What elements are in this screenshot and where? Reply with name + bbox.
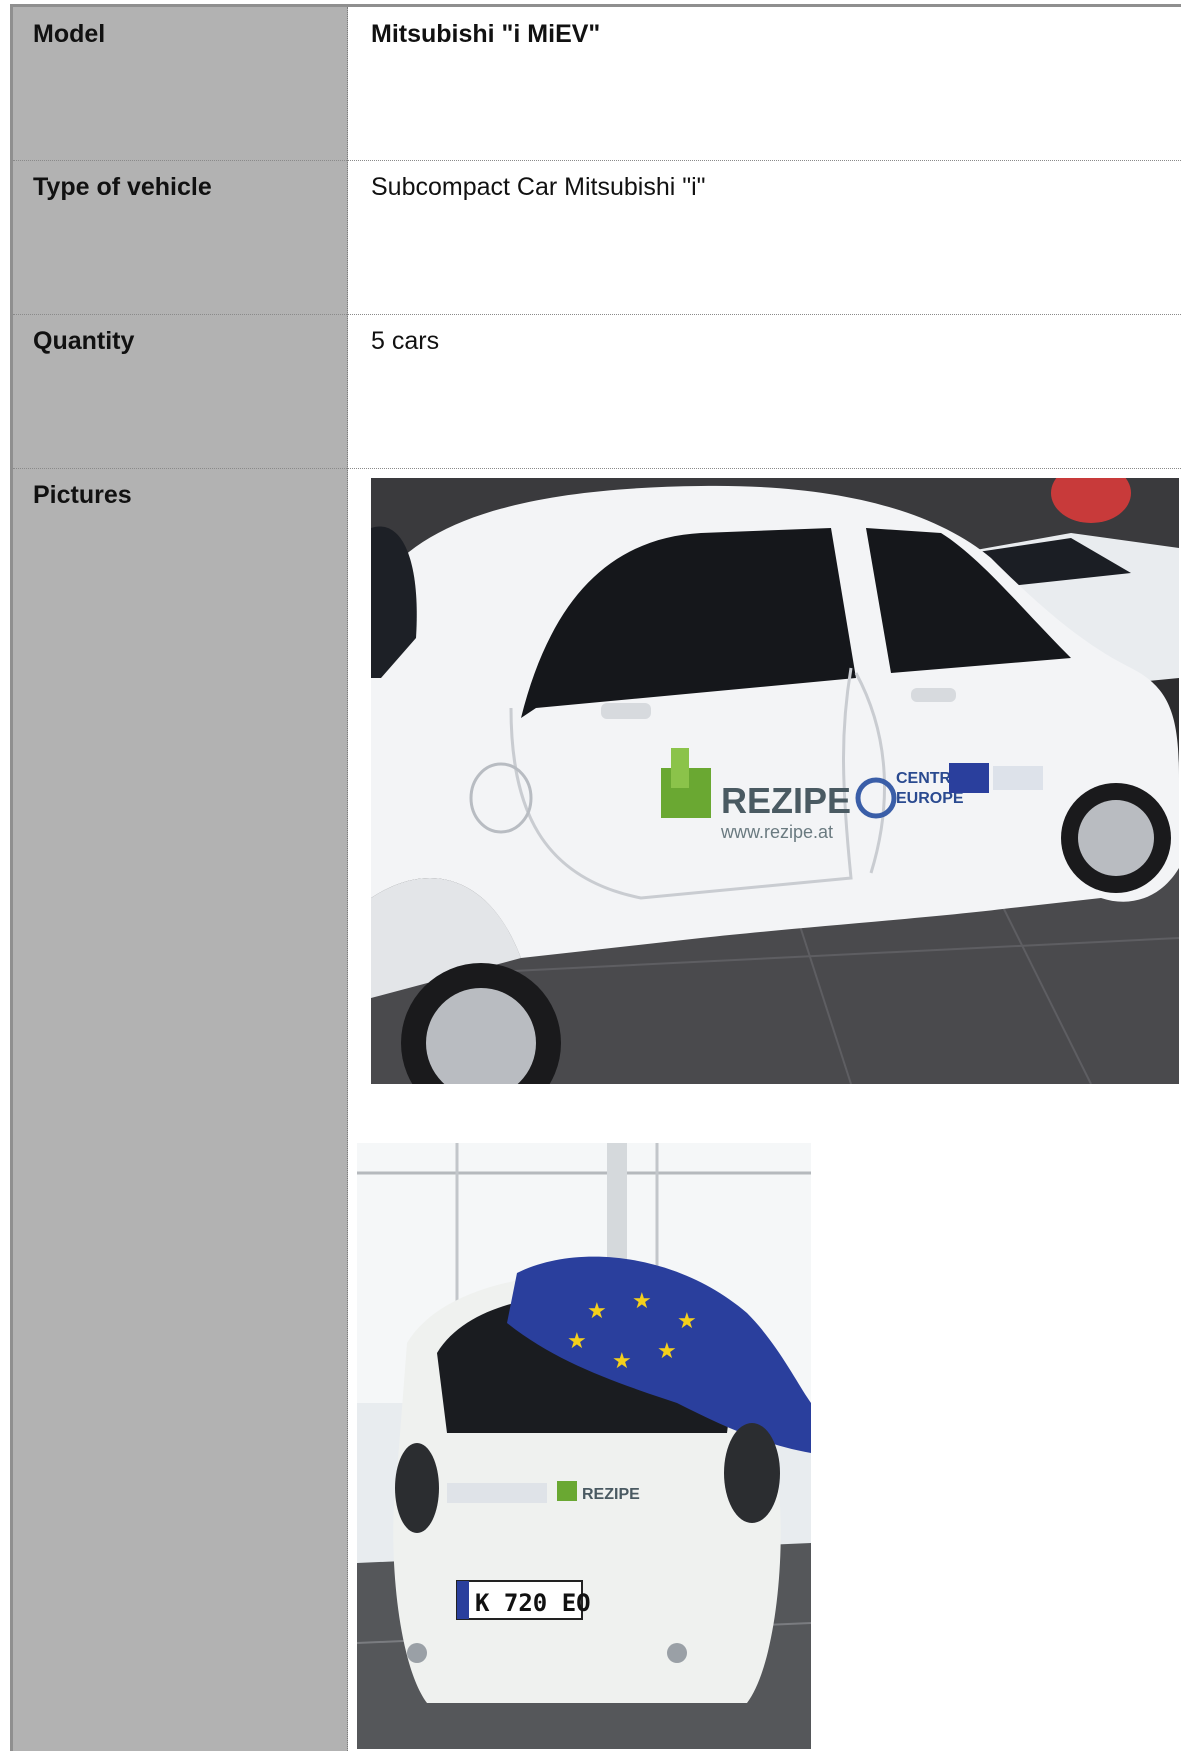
row-divider xyxy=(13,160,1181,161)
rezipe-logo-text: REZIPE xyxy=(721,780,851,821)
column-divider xyxy=(347,7,349,1751)
car-rear-photo: ★ ★ ★ ★ ★ ★ REZIPE K 720 EO xyxy=(357,1143,811,1749)
row-divider xyxy=(13,314,1181,315)
rezipe-url-text: www.rezipe.at xyxy=(720,822,833,842)
svg-text:★: ★ xyxy=(632,1288,652,1313)
label-column xyxy=(13,7,348,1751)
pictures-label: Pictures xyxy=(33,481,132,509)
model-label: Model xyxy=(33,20,106,48)
row-divider xyxy=(13,468,1181,469)
table-border-left xyxy=(10,4,13,1751)
quantity-label: Quantity xyxy=(33,327,135,355)
type-of-vehicle-label: Type of vehicle xyxy=(33,173,212,201)
svg-text:★: ★ xyxy=(567,1328,587,1353)
car-side-photo: REZIPE www.rezipe.at CENTRAL EUROPE xyxy=(371,478,1179,1084)
type-of-vehicle-value: Subcompact Car Mitsubishi "i" xyxy=(371,173,706,201)
rear-rezipe-text: REZIPE xyxy=(582,1486,640,1503)
svg-text:★: ★ xyxy=(612,1348,632,1373)
table-border-top xyxy=(10,4,1181,7)
svg-text:★: ★ xyxy=(657,1338,677,1363)
model-value: Mitsubishi "i MiEV" xyxy=(371,20,601,48)
svg-text:★: ★ xyxy=(677,1308,697,1333)
svg-text:★: ★ xyxy=(587,1298,607,1323)
quantity-value: 5 cars xyxy=(371,327,440,355)
license-plate-text: K 720 EO xyxy=(475,1589,591,1617)
